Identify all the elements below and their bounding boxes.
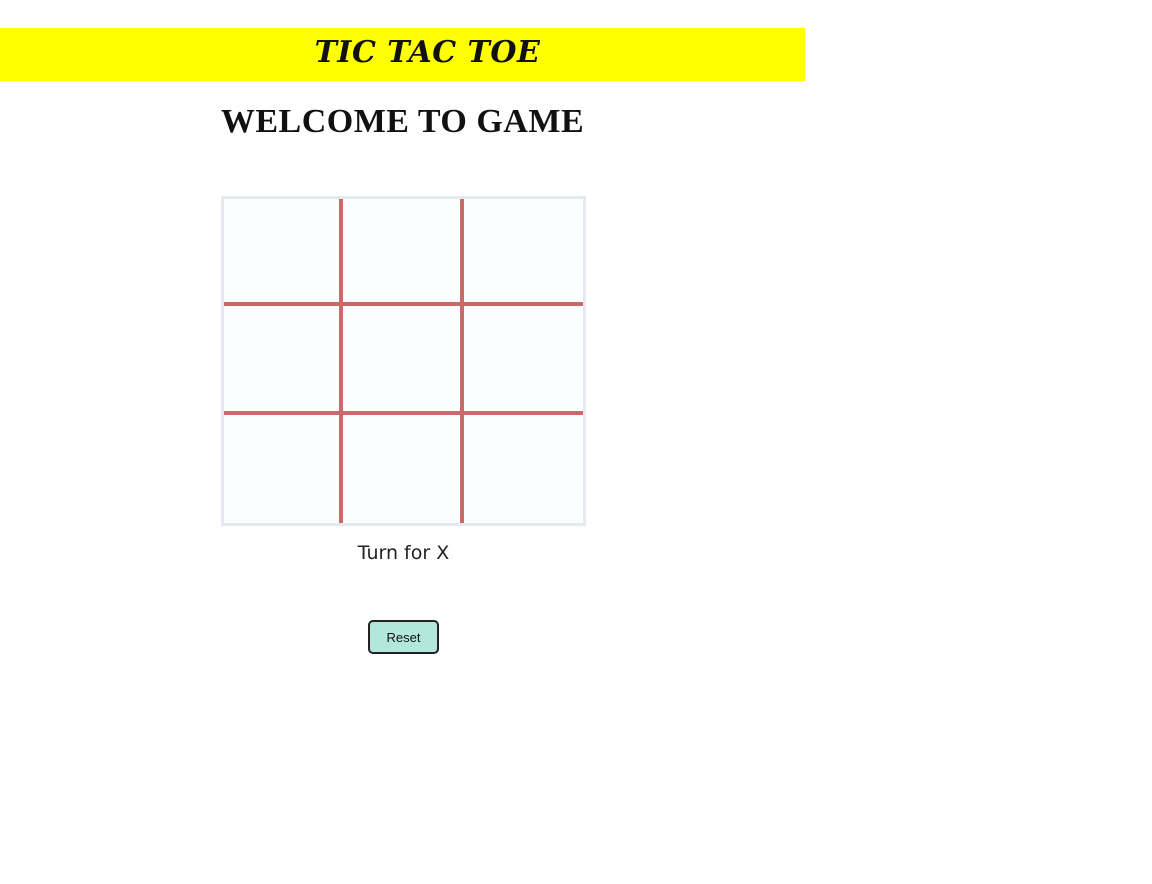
board-cell-9[interactable] <box>464 415 583 523</box>
board-cell-4[interactable] <box>224 306 343 415</box>
board-cell-3[interactable] <box>464 199 583 306</box>
reset-button[interactable]: Reset <box>368 620 439 654</box>
board-cell-7[interactable] <box>224 415 343 523</box>
app-title: TIC TAC TOE <box>314 35 541 70</box>
title-bar: TIC TAC TOE <box>0 28 805 81</box>
game-board <box>221 196 586 526</box>
board-cell-5[interactable] <box>343 306 464 415</box>
board-cell-2[interactable] <box>343 199 464 306</box>
board-cell-1[interactable] <box>224 199 343 306</box>
board-cell-8[interactable] <box>343 415 464 523</box>
board-cell-6[interactable] <box>464 306 583 415</box>
turn-status: Turn for X <box>357 542 450 564</box>
welcome-heading: WELCOME TO GAME <box>220 103 585 140</box>
